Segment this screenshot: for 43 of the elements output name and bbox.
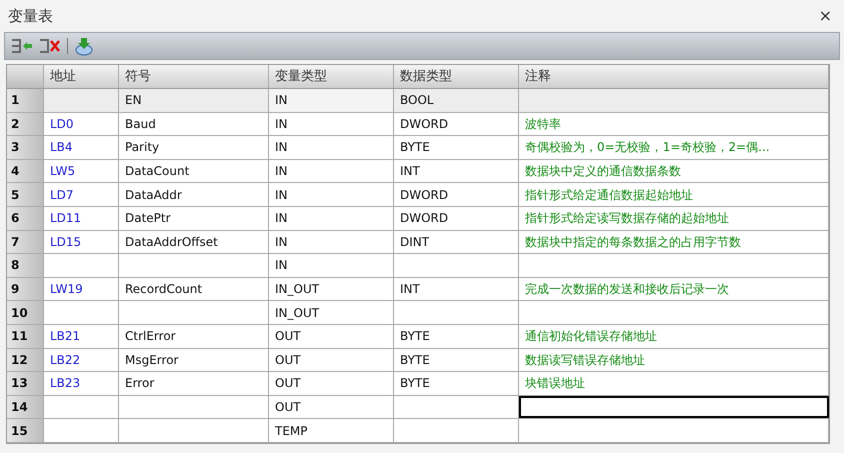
table-row[interactable]: 11 LB21 CtrlError OUT BYTE 通信初始化错误存储地址 [7,324,829,349]
table-row[interactable]: 12 LB22 MsgError OUT BYTE 数据读写错误存储地址 [7,348,829,372]
table-row[interactable]: 9 LW19 RecordCount IN_OUT INT 完成一次数据的发送和接收后记录一次 [7,278,829,302]
table-row[interactable]: 2 LD0 Baud IN DWORD 波特率 [7,112,829,136]
table-row[interactable]: 1 EN IN BOOL [7,89,829,113]
insert-row-icon[interactable] [11,37,33,55]
row-number[interactable]: 9 [7,278,44,300]
row-number[interactable]: 4 [7,160,44,182]
row-number[interactable]: 2 [7,112,44,136]
table-row[interactable]: 15 TEMP [7,419,829,443]
row-number[interactable]: 11 [7,324,44,348]
row-number[interactable]: 10 [7,301,44,324]
column-header[interactable]: 地址 [44,65,119,88]
row-number[interactable]: 1 [7,89,44,112]
table-row[interactable]: 7 LD15 DataAddrOffset IN DINT 数据块中指定的每条数据之的占用字节数 [7,230,829,254]
table-row[interactable]: 5 LD7 DataAddr IN DWORD 指针形式给定通信数据起始地址 [7,183,829,207]
table-cell[interactable] [519,396,829,418]
row-number[interactable]: 3 [7,136,44,159]
table-row[interactable]: 13 LB23 Error OUT BYTE 块错误地址 [7,372,829,396]
table-row[interactable]: 10 IN_OUT [7,301,829,325]
table-row[interactable]: 6 LD11 DatePtr IN DWORD 指针形式给定读写数据存储的起始地址 [7,206,829,231]
window-title: 变量表 [8,6,53,27]
column-header[interactable]: 变量类型 [269,65,394,88]
column-header[interactable]: 注释 [519,65,829,88]
row-number[interactable]: 6 [7,206,44,230]
row-number[interactable]: 15 [7,419,44,442]
row-number[interactable]: 14 [7,396,44,418]
row-number[interactable]: 8 [7,254,44,277]
table-cell: IN [269,89,394,112]
column-header[interactable]: 数据类型 [394,65,519,88]
row-number[interactable]: 5 [7,183,44,206]
table-row[interactable]: 4 LW5 DataCount IN INT 数据块中定义的通信数据条数 [7,160,829,184]
delete-row-icon[interactable] [39,37,61,55]
table-row[interactable]: 14 OUT [7,396,829,420]
table-row[interactable]: 8 IN [7,254,829,278]
column-header[interactable]: 符号 [119,65,269,88]
row-number[interactable]: 12 [7,348,44,372]
corner-header [7,65,44,88]
table-row[interactable]: 3 LB4 Parity IN BYTE 奇偶校验为，0=无校验，1=奇校验，2=偶... [7,136,829,160]
row-number[interactable]: 13 [7,372,44,395]
row-number[interactable]: 7 [7,230,44,254]
download-icon[interactable] [74,36,94,56]
close-button[interactable]: × [814,4,836,28]
